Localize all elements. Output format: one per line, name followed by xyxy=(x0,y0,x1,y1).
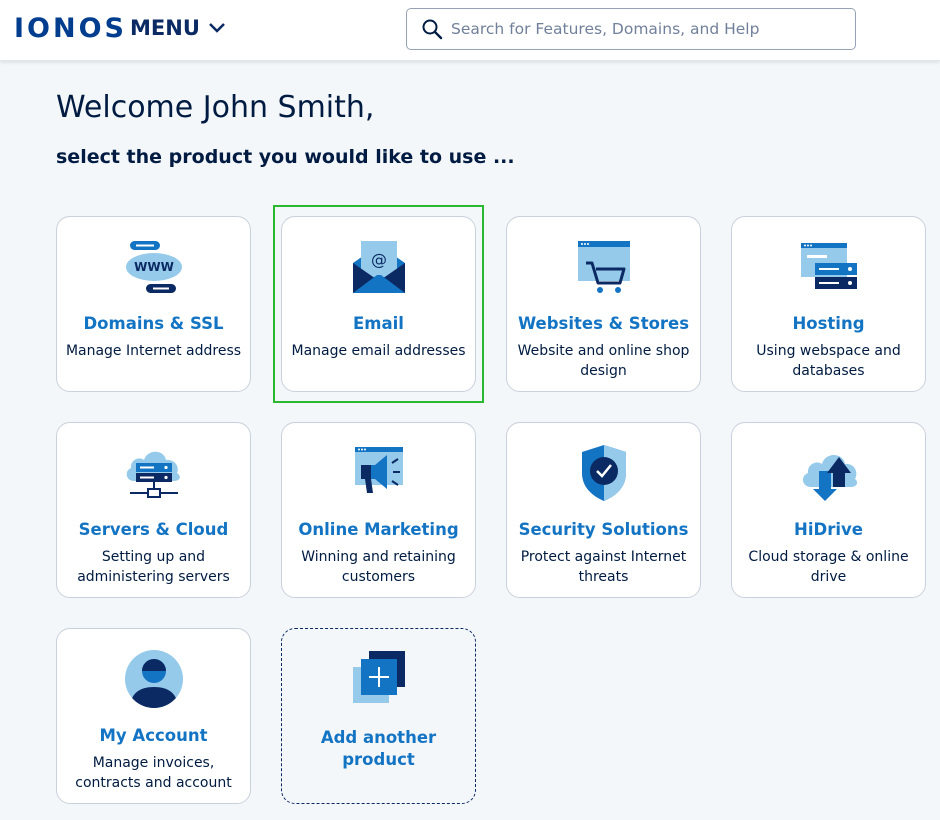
card-title: Domains & SSL xyxy=(83,314,224,333)
email-envelope-icon: @ xyxy=(352,241,405,293)
card-description: Manage email addresses xyxy=(291,343,466,360)
svg-text:@: @ xyxy=(371,250,387,269)
shield-check-icon xyxy=(581,445,626,501)
card-description: Winning and retaining customers xyxy=(301,549,456,586)
ionos-logo[interactable]: IONOS xyxy=(14,13,127,44)
card-title: HiDrive xyxy=(794,520,863,539)
card-description: Cloud storage & online drive xyxy=(748,549,909,586)
cloud-server-icon xyxy=(126,451,180,498)
card-title: Websites & Stores xyxy=(517,314,690,333)
product-card-websites[interactable]: Websites & Stores Website and online sho… xyxy=(506,216,701,392)
card-description: Manage Internet address xyxy=(65,343,242,360)
megaphone-icon xyxy=(354,447,403,493)
card-title: Servers & Cloud xyxy=(78,520,229,539)
card-description: Website and online shop design xyxy=(517,343,690,380)
product-card-my-account[interactable]: My Account Manage invoices, contracts an… xyxy=(56,628,251,804)
card-title: Add another product xyxy=(320,728,437,769)
product-card-domains[interactable]: WWW Domains & SSL Manage Internet addres… xyxy=(56,216,251,392)
product-card-email[interactable]: @ Email Manage email addresses xyxy=(281,216,476,392)
product-card-servers[interactable]: Servers & Cloud Setting up and administe… xyxy=(56,422,251,598)
domain-www-icon: WWW xyxy=(125,241,182,293)
card-title: My Account xyxy=(99,726,208,745)
card-title: Security Solutions xyxy=(518,520,689,539)
card-description: Manage invoices, contracts and account xyxy=(75,755,232,792)
card-title: Hosting xyxy=(792,314,865,333)
page-title: Welcome John Smith, xyxy=(56,90,375,125)
search-box[interactable] xyxy=(406,8,856,50)
chevron-down-icon xyxy=(208,23,225,33)
card-description: Using webspace and databases xyxy=(756,343,901,380)
add-product-card[interactable]: Add another product xyxy=(281,628,476,804)
search-icon xyxy=(422,19,443,40)
hosting-server-icon xyxy=(800,243,857,289)
card-title: Email xyxy=(353,314,404,333)
add-square-icon xyxy=(352,651,405,703)
card-description: Setting up and administering servers xyxy=(77,549,230,586)
product-card-security[interactable]: Security Solutions Protect against Inter… xyxy=(506,422,701,598)
menu-label: MENU xyxy=(130,16,200,40)
svg-text:WWW: WWW xyxy=(134,260,174,274)
user-avatar-icon xyxy=(124,650,183,708)
product-card-marketing[interactable]: Online Marketing Winning and retaining c… xyxy=(281,422,476,598)
page-subtitle: select the product you would like to use… xyxy=(56,146,515,168)
product-card-hidrive[interactable]: HiDrive Cloud storage & online drive xyxy=(731,422,926,598)
website-cart-icon xyxy=(577,241,630,293)
menu-button[interactable]: MENU xyxy=(130,16,226,40)
search-input[interactable] xyxy=(451,20,831,38)
cloud-upload-icon xyxy=(802,455,857,501)
card-description: Protect against Internet threats xyxy=(520,549,687,586)
top-bar: IONOS MENU xyxy=(0,0,940,61)
card-title: Online Marketing xyxy=(298,520,459,539)
product-card-hosting[interactable]: Hosting Using webspace and databases xyxy=(731,216,926,392)
